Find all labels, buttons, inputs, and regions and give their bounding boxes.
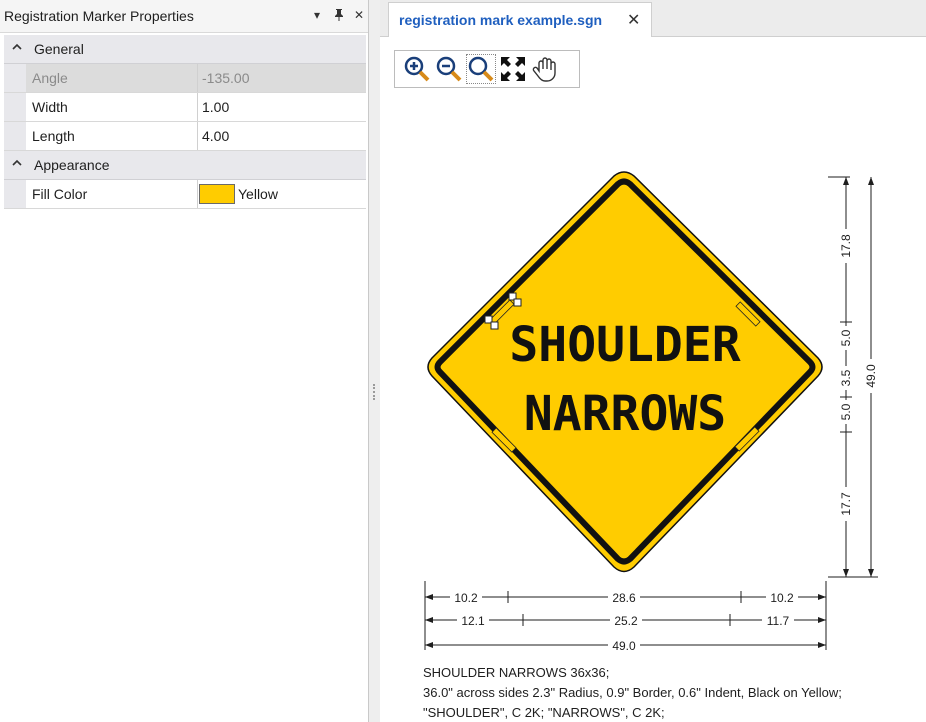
dim-label: 12.1 (461, 614, 485, 628)
tab-registration-mark-example[interactable]: registration mark example.sgn ✕ (388, 2, 652, 37)
panel-close-icon[interactable]: ✕ (352, 8, 366, 22)
collapse-chevron-icon[interactable] (12, 42, 22, 55)
selection-handle[interactable] (490, 321, 499, 330)
splitter-grip[interactable] (373, 384, 377, 400)
row-gutter (4, 93, 26, 121)
dim-label: 11.7 (767, 614, 790, 628)
column-divider (197, 180, 198, 208)
tab-close-icon[interactable]: ✕ (627, 10, 640, 30)
zoom-toolbar (394, 50, 580, 88)
row-gutter (4, 180, 26, 208)
sign-description-line-3: "SHOULDER", C 2K; "NARROWS", C 2K; (423, 705, 665, 720)
property-name: Width (32, 99, 68, 115)
property-value[interactable]: -135.00 (202, 70, 249, 86)
property-row-fill-color[interactable]: Fill Color Yellow (4, 180, 366, 209)
vertical-dimension-labels: 17.8 5.0 3.5 5.0 17.7 49.0 (838, 229, 879, 521)
hand-icon[interactable] (531, 55, 559, 83)
dim-label: 28.6 (612, 591, 636, 605)
zoom-window-icon[interactable] (466, 54, 496, 84)
property-name: Length (32, 128, 75, 144)
sign[interactable]: SHOULDER NARROWS (427, 171, 823, 573)
panel-splitter[interactable] (369, 0, 380, 722)
column-divider (197, 122, 198, 150)
zoom-out-icon[interactable] (435, 55, 463, 83)
dim-label: 10.2 (454, 591, 478, 605)
document-area: registration mark example.sgn ✕ SHOULDER… (380, 0, 926, 722)
property-grid: General Angle -135.00 Width 1.00 Length … (4, 35, 366, 209)
document-tab-strip: registration mark example.sgn ✕ (380, 0, 926, 37)
dim-label: 25.2 (614, 614, 638, 628)
pin-icon[interactable] (332, 8, 346, 22)
zoom-in-icon[interactable] (403, 55, 431, 83)
column-divider (197, 93, 198, 121)
horizontal-dimension-labels: 10.2 28.6 10.2 12.1 25.2 11.7 49.0 (450, 589, 798, 653)
drawing-canvas[interactable]: SHOULDER NARROWS 17.8 5.0 3.5 5.0 17.7 4… (380, 36, 926, 722)
category-label: Appearance (34, 157, 110, 173)
sign-description-line-1: SHOULDER NARROWS 36x36; (423, 665, 610, 680)
property-row-length[interactable]: Length 4.00 (4, 122, 366, 151)
panel-title-bar: Registration Marker Properties ▾ ✕ (0, 0, 368, 33)
property-value[interactable]: Yellow (238, 186, 278, 202)
fit-icon[interactable] (499, 55, 527, 83)
property-name: Angle (32, 70, 68, 86)
collapse-chevron-icon[interactable] (12, 158, 22, 171)
property-value[interactable]: 4.00 (202, 128, 229, 144)
panel-menu-chevron-icon[interactable]: ▾ (310, 8, 324, 22)
properties-panel: Registration Marker Properties ▾ ✕ Gener… (0, 0, 369, 722)
property-value[interactable]: 1.00 (202, 99, 229, 115)
sign-description-line-2: 36.0" across sides 2.3" Radius, 0.9" Bor… (423, 685, 842, 700)
property-row-width[interactable]: Width 1.00 (4, 93, 366, 122)
category-label: General (34, 41, 84, 57)
row-gutter (4, 122, 26, 150)
dim-label: 49.0 (612, 639, 636, 653)
dim-label: 5.0 (839, 403, 853, 420)
dim-label: 3.5 (839, 369, 853, 386)
sign-line-narrows: NARROWS (524, 386, 726, 442)
color-swatch[interactable] (199, 184, 235, 204)
selection-handle[interactable] (513, 298, 522, 307)
category-general[interactable]: General (4, 35, 366, 64)
dim-label: 49.0 (864, 364, 878, 388)
row-gutter (4, 64, 26, 92)
dim-label: 5.0 (839, 329, 853, 346)
category-appearance[interactable]: Appearance (4, 151, 366, 180)
tab-label[interactable]: registration mark example.sgn (399, 12, 602, 28)
dim-label: 10.2 (770, 591, 794, 605)
dim-label: 17.8 (839, 234, 853, 258)
property-name: Fill Color (32, 186, 88, 202)
sign-line-shoulder: SHOULDER (509, 317, 740, 373)
property-row-angle[interactable]: Angle -135.00 (4, 64, 366, 93)
column-divider (197, 64, 198, 92)
panel-title: Registration Marker Properties (4, 8, 194, 24)
dim-label: 17.7 (839, 492, 853, 516)
